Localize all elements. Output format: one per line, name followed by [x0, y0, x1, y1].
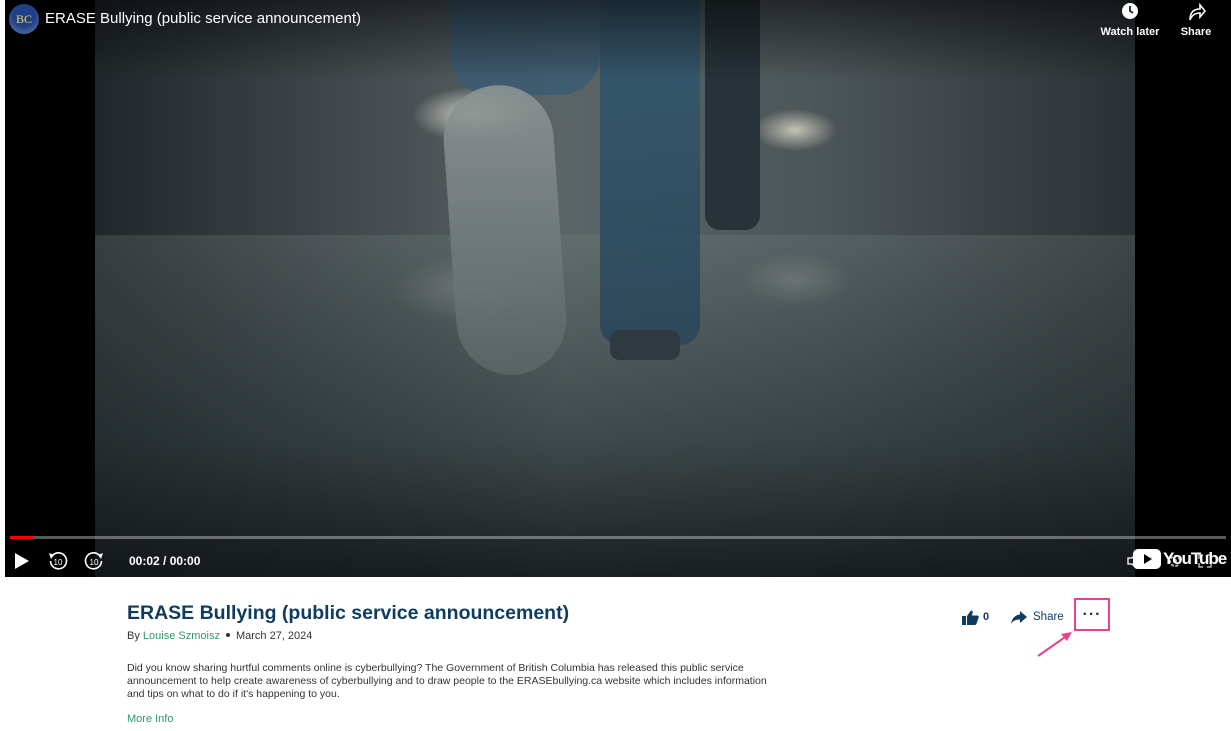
more-options-button[interactable]: ··· — [1074, 598, 1110, 631]
youtube-play-icon — [1133, 549, 1161, 569]
rewind-10-icon: 10 — [49, 552, 68, 570]
description: Did you know sharing hurtful comments on… — [127, 662, 767, 700]
fullscreen-button[interactable] — [1195, 548, 1215, 574]
share-arrow-icon — [1166, 2, 1226, 24]
rewind-seconds: 10 — [54, 558, 63, 567]
watch-later-label: Watch later — [1100, 26, 1160, 38]
like-button[interactable]: 0 — [962, 608, 989, 626]
byline: By Louise Szmoisz March 27, 2024 — [127, 630, 312, 642]
forward-button[interactable]: 10 — [81, 548, 107, 574]
more-info-link[interactable]: More Info — [127, 713, 173, 725]
share-icon — [1011, 610, 1027, 624]
share-button[interactable]: Share — [1011, 608, 1064, 626]
watch-later-button[interactable]: Watch later — [1100, 2, 1160, 38]
play-icon — [15, 553, 29, 569]
video-player[interactable]: BC ERASE Bullying (public service announ… — [5, 0, 1231, 577]
publish-date: March 27, 2024 — [235, 630, 313, 642]
forward-10-icon: 10 — [84, 552, 103, 570]
progress-bar[interactable] — [10, 536, 1226, 539]
player-share-label: Share — [1180, 26, 1212, 38]
share-label: Share — [1033, 611, 1064, 623]
video-figure — [610, 330, 680, 360]
progress-fill — [10, 536, 35, 539]
rewind-button[interactable]: 10 — [45, 548, 71, 574]
separator-dot — [225, 633, 230, 638]
page-title: ERASE Bullying (public service announcem… — [127, 602, 570, 624]
settings-button[interactable] — [1165, 548, 1185, 574]
author-link[interactable]: Louise Szmoisz — [143, 630, 220, 642]
by-prefix: By — [127, 630, 140, 642]
channel-logo[interactable]: BC — [9, 4, 39, 34]
player-controls: 10 10 00:02 / 00:00 YouTube — [5, 544, 1231, 577]
player-share-button[interactable]: Share — [1166, 2, 1226, 38]
more-icon: ··· — [1082, 605, 1102, 623]
thumbs-up-icon — [962, 610, 979, 625]
clock-icon — [1100, 2, 1160, 24]
forward-seconds: 10 — [90, 558, 99, 567]
time-display: 00:02 / 00:00 — [129, 554, 201, 568]
fullscreen-icon — [1198, 554, 1212, 568]
video-figure — [440, 81, 570, 379]
video-frame[interactable] — [95, 0, 1135, 577]
like-count: 0 — [983, 611, 990, 623]
settings-icon — [1169, 555, 1181, 567]
player-video-title[interactable]: ERASE Bullying (public service announcem… — [45, 10, 361, 27]
annotation-arrow — [1037, 632, 1072, 657]
play-button[interactable] — [11, 548, 33, 574]
